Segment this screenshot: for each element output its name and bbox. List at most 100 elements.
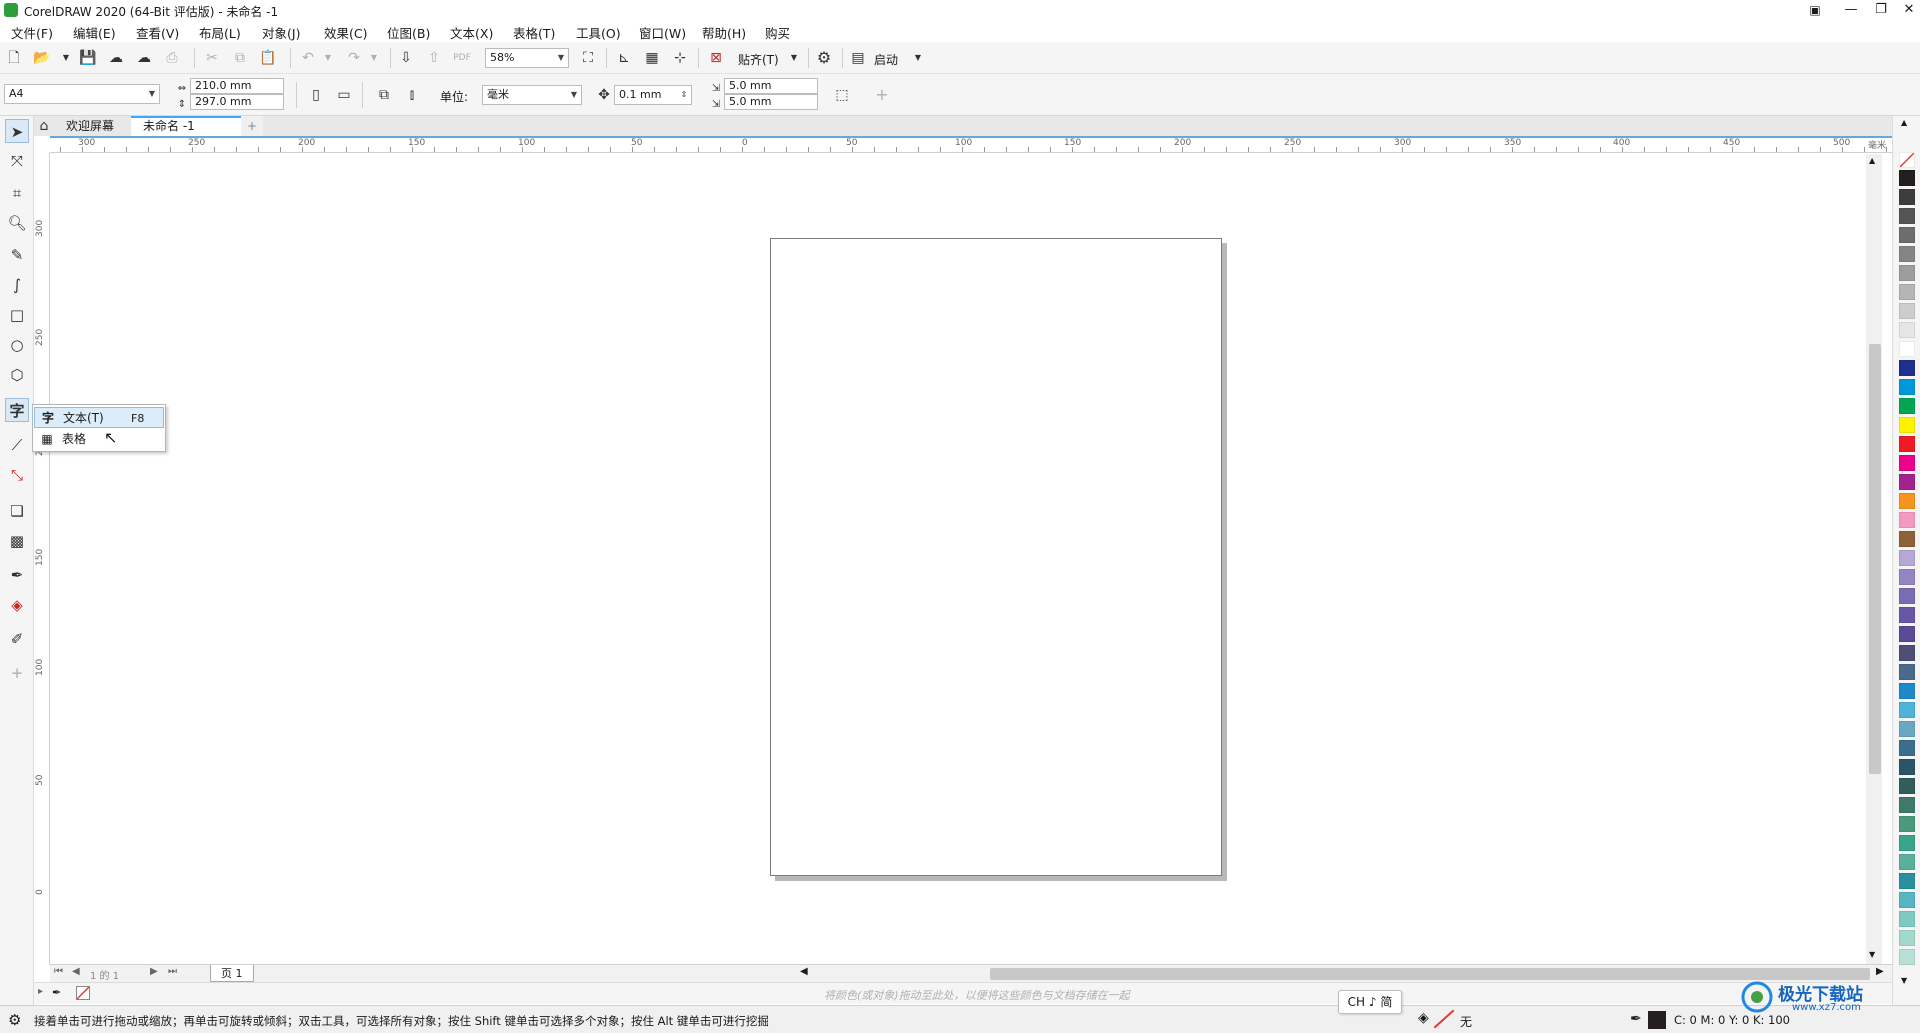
- user-icon[interactable]: ▣: [1800, 0, 1830, 20]
- color-swatch[interactable]: [1899, 398, 1915, 414]
- show-guidelines-icon[interactable]: ⊹: [670, 48, 690, 68]
- artistic-media-tool-icon[interactable]: ∫: [5, 273, 29, 297]
- color-swatch[interactable]: [1899, 341, 1915, 357]
- launch-button[interactable]: 启动: [874, 51, 898, 68]
- print-icon[interactable]: ⎙: [162, 48, 182, 68]
- palette-no-color-swatch[interactable]: [76, 986, 90, 1000]
- vertical-scrollbar[interactable]: ▲ ▼: [1866, 154, 1882, 964]
- color-swatch[interactable]: [1899, 721, 1915, 737]
- color-swatch[interactable]: [1899, 740, 1915, 756]
- color-swatch[interactable]: [1899, 778, 1915, 794]
- page-nav-last-icon[interactable]: ⏭: [168, 966, 177, 977]
- a4-page[interactable]: [770, 238, 1222, 876]
- scroll-up-icon[interactable]: ▲: [1869, 156, 1875, 165]
- color-swatch[interactable]: [1899, 417, 1915, 433]
- text-tool-icon[interactable]: 字: [5, 398, 29, 422]
- color-swatch[interactable]: [1899, 322, 1915, 338]
- color-swatch[interactable]: [1899, 588, 1915, 604]
- ellipse-tool-icon[interactable]: ○: [5, 333, 29, 357]
- page-nav-prev-icon[interactable]: ◀: [72, 966, 80, 977]
- menu-effects[interactable]: 效果(C): [322, 23, 369, 42]
- color-swatch[interactable]: [1899, 797, 1915, 813]
- color-swatch[interactable]: [1899, 645, 1915, 661]
- freehand-tool-icon[interactable]: ✎: [5, 243, 29, 267]
- zoom-level-field[interactable]: 58% ▼: [485, 48, 569, 68]
- color-swatch[interactable]: [1899, 683, 1915, 699]
- launch-icon[interactable]: ▤: [848, 48, 868, 68]
- horizontal-scroll-thumb[interactable]: [990, 968, 1870, 980]
- page-nav-next-icon[interactable]: ▶: [150, 966, 158, 977]
- color-swatch[interactable]: [1899, 873, 1915, 889]
- redo-icon[interactable]: ↷: [344, 48, 364, 68]
- scroll-right-icon[interactable]: ▶: [1876, 966, 1884, 977]
- import-icon[interactable]: ⇩: [396, 48, 416, 68]
- color-swatch[interactable]: [1899, 835, 1915, 851]
- color-swatch[interactable]: [1899, 550, 1915, 566]
- units-dropdown-icon[interactable]: ▼: [567, 86, 581, 104]
- paste-icon[interactable]: 📋: [258, 48, 278, 68]
- shape-tool-icon[interactable]: ⤧: [5, 149, 29, 173]
- color-swatch[interactable]: [1899, 170, 1915, 186]
- color-swatch[interactable]: [1899, 303, 1915, 319]
- undo-dropdown-icon[interactable]: ▼: [318, 48, 338, 68]
- rectangle-tool-icon[interactable]: □: [5, 303, 29, 327]
- zoom-dropdown-icon[interactable]: ▼: [554, 49, 568, 67]
- page-tab[interactable]: 页 1: [210, 965, 254, 982]
- options-gear-icon[interactable]: ⚙: [814, 48, 834, 68]
- color-swatch[interactable]: [1899, 512, 1915, 528]
- ime-indicator[interactable]: CH ♪ 简: [1338, 990, 1402, 1014]
- open-folder-icon[interactable]: 📂: [32, 48, 52, 68]
- publish-pdf-icon[interactable]: PDF: [452, 48, 472, 68]
- undo-icon[interactable]: ↶: [298, 48, 318, 68]
- minimize-button[interactable]: —: [1836, 0, 1866, 20]
- color-swatch[interactable]: [1899, 189, 1915, 205]
- color-swatch[interactable]: [1899, 911, 1915, 927]
- color-swatch[interactable]: [1899, 455, 1915, 471]
- palette-eyedropper-icon[interactable]: ✒: [52, 986, 61, 999]
- crop-tool-icon[interactable]: ⌗: [5, 181, 29, 205]
- color-swatch[interactable]: [1899, 702, 1915, 718]
- page-size-select[interactable]: A4 ▼: [4, 84, 160, 104]
- snap-dropdown-icon[interactable]: ▼: [784, 48, 804, 68]
- menu-layout[interactable]: 布局(L): [197, 23, 243, 42]
- color-swatch[interactable]: [1899, 854, 1915, 870]
- menu-view[interactable]: 查看(V): [134, 23, 181, 42]
- color-swatch[interactable]: [1899, 227, 1915, 243]
- scroll-left-icon[interactable]: ◀: [800, 966, 808, 977]
- status-gear-icon[interactable]: ⚙: [8, 1011, 21, 1029]
- close-button[interactable]: ✕: [1894, 0, 1920, 20]
- launch-dropdown-icon[interactable]: ▼: [908, 48, 928, 68]
- snap-off-icon[interactable]: ⊠: [706, 48, 726, 68]
- menu-table[interactable]: 表格(T): [511, 23, 557, 42]
- palette-expand-icon[interactable]: ▸: [38, 986, 43, 997]
- color-swatch[interactable]: [1899, 379, 1915, 395]
- color-swatch[interactable]: [1899, 436, 1915, 452]
- color-swatch[interactable]: [1899, 607, 1915, 623]
- fill-none-swatch[interactable]: [1434, 1010, 1454, 1028]
- vertical-scroll-thumb[interactable]: [1869, 344, 1881, 774]
- full-screen-icon[interactable]: ⛶: [578, 48, 598, 68]
- transparency-tool-icon[interactable]: ▩: [5, 529, 29, 553]
- color-swatch[interactable]: [1899, 569, 1915, 585]
- save-icon[interactable]: 💾: [78, 48, 98, 68]
- menu-text[interactable]: 文本(X): [448, 23, 495, 42]
- page-width-field[interactable]: 210.0 mm: [190, 78, 284, 94]
- menu-help[interactable]: 帮助(H): [700, 23, 748, 42]
- color-swatch[interactable]: [1899, 360, 1915, 376]
- color-swatch[interactable]: [1899, 284, 1915, 300]
- cut-icon[interactable]: ✂: [202, 48, 222, 68]
- outline-color-swatch[interactable]: [1648, 1011, 1666, 1029]
- current-page-icon[interactable]: ⫾: [402, 85, 422, 105]
- color-swatch[interactable]: [1899, 265, 1915, 281]
- open-dropdown-icon[interactable]: ▼: [56, 48, 76, 68]
- drawing-canvas[interactable]: [51, 154, 1866, 964]
- restore-button[interactable]: ❐: [1866, 0, 1896, 20]
- menu-object[interactable]: 对象(J): [260, 23, 302, 42]
- cloud-download-icon[interactable]: ☁: [106, 48, 126, 68]
- home-icon[interactable]: ⌂: [34, 116, 54, 136]
- color-swatch[interactable]: [1899, 493, 1915, 509]
- nudge-spin-icon[interactable]: ⇕: [677, 86, 691, 104]
- eyedropper-tool-icon[interactable]: ✒: [5, 563, 29, 587]
- add-tool-icon[interactable]: +: [5, 661, 29, 685]
- new-document-icon[interactable]: 🗋: [4, 48, 24, 68]
